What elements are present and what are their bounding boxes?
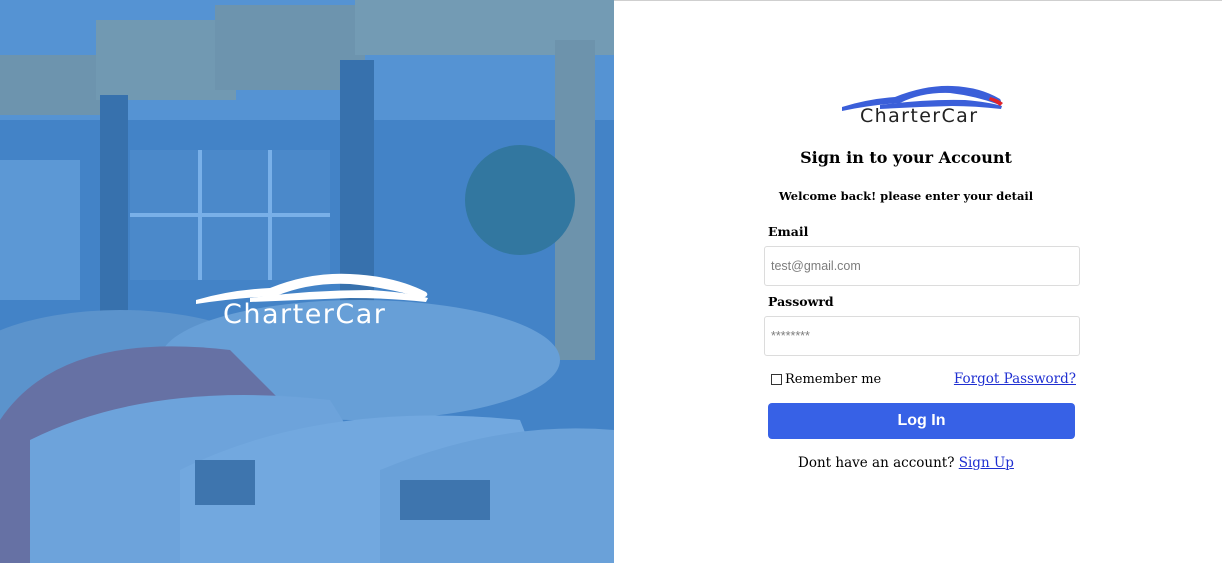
hero-brand-name: CharterCar (223, 299, 387, 330)
remember-me-toggle[interactable]: Remember me (771, 372, 881, 387)
page-subtitle: Welcome back! please enter your detail (778, 189, 1034, 203)
password-input[interactable] (764, 316, 1080, 356)
signup-prompt-line: Dont have an account? Sign Up (614, 455, 1198, 471)
email-label: Email (768, 224, 809, 239)
page-title: Sign in to your Account (800, 148, 1012, 167)
login-button[interactable]: Log In (768, 403, 1075, 439)
signup-prompt: Dont have an account? (798, 455, 955, 471)
hero-logo: CharterCar (190, 268, 435, 334)
forgot-password-link[interactable]: Forgot Password? (954, 371, 1076, 387)
brand-name: CharterCar (860, 105, 979, 127)
sign-in-panel: CharterCar Sign in to your Account Welco… (614, 0, 1222, 563)
brand-logo: CharterCar (840, 81, 1006, 131)
remember-me-checkbox[interactable] (771, 374, 782, 385)
email-input[interactable] (764, 246, 1080, 286)
password-label: Passowrd (768, 294, 834, 309)
remember-me-label: Remember me (785, 372, 882, 387)
signup-link[interactable]: Sign Up (959, 455, 1014, 471)
hero-panel: CharterCar (0, 0, 614, 563)
login-page: CharterCar CharterCar Sign in to your Ac… (0, 0, 1222, 563)
